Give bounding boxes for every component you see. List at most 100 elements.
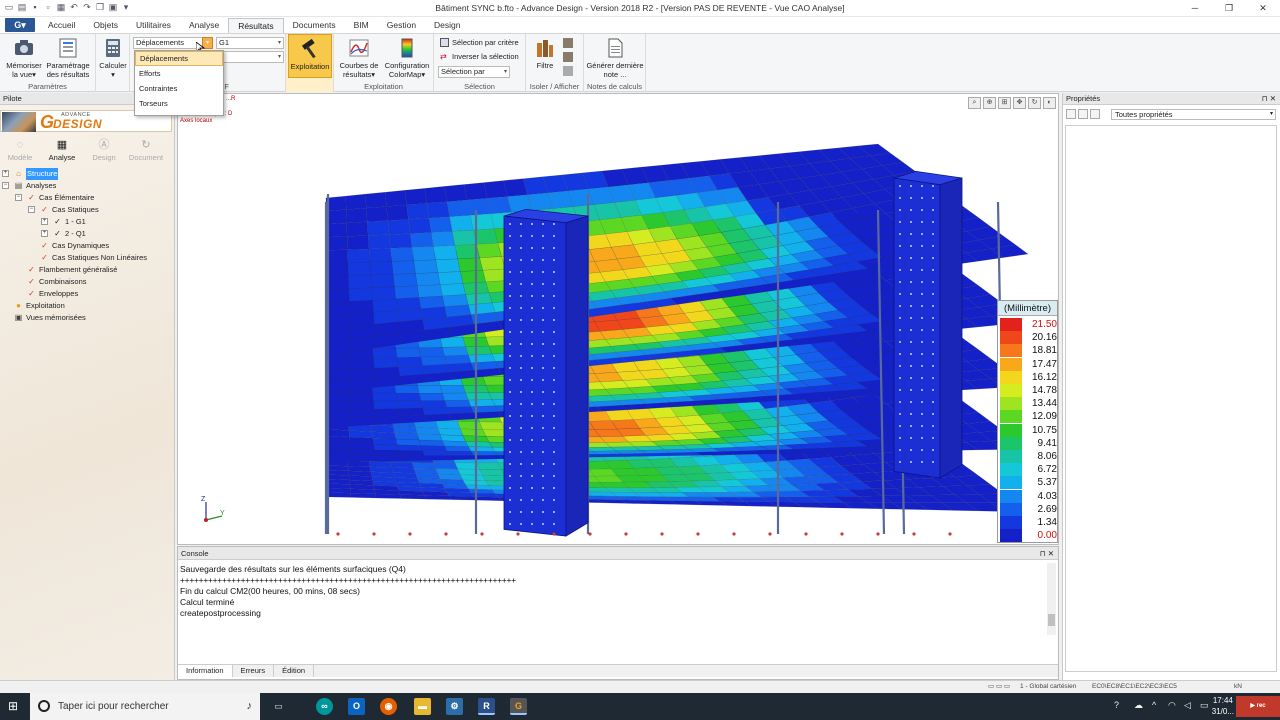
tab-objets[interactable]: Objets: [84, 18, 127, 33]
mode-design[interactable]: Ⓐ Design: [84, 138, 124, 162]
dropdown-option-torseurs[interactable]: Torseurs: [135, 96, 223, 111]
show-all-icon[interactable]: [563, 66, 573, 76]
microphone-icon[interactable]: ♪: [247, 700, 253, 712]
zoom-extents-icon[interactable]: ⊞: [998, 97, 1011, 109]
wifi-icon[interactable]: ◠: [1168, 700, 1176, 711]
generer-note-button[interactable]: Générer dernière note ...: [586, 37, 644, 79]
design-codes[interactable]: EC0\EC8\EC1\EC2\EC3\EC5: [1092, 682, 1177, 692]
isolate-icon[interactable]: [563, 38, 573, 48]
expand-icon[interactable]: +: [2, 170, 9, 177]
tree-item[interactable]: ▣ Vues mémorisées: [2, 312, 174, 324]
properties-filter-combo[interactable]: Toutes propriétés ▾: [1111, 109, 1276, 120]
app-menu-button[interactable]: G▾: [5, 18, 35, 32]
help-icon[interactable]: ?: [1114, 700, 1119, 710]
parametrage-resultats-button[interactable]: Paramétrage des résultats: [44, 37, 92, 79]
exploitation-button[interactable]: Exploitation: [288, 34, 332, 78]
tree-item[interactable]: ✓ Cas Statiques Non Linéaires: [2, 252, 174, 264]
selection-par-combo[interactable]: Sélection par ▾: [438, 66, 510, 78]
tree-item[interactable]: + ✓ 2 - Q1: [2, 228, 174, 240]
tab-edition[interactable]: Édition: [274, 665, 315, 677]
rotate-icon[interactable]: ↻: [1028, 97, 1041, 109]
tab-utilitaires[interactable]: Utilitaires: [127, 18, 180, 33]
taskbar-search[interactable]: Taper ici pour rechercher ♪: [30, 693, 260, 720]
tree-item[interactable]: − ✓ Cas Élémentaire: [2, 192, 174, 204]
close-button[interactable]: ✕: [1246, 0, 1280, 17]
cad-viewport[interactable]: ...R ...que : D Axes locaux ⌕ ⊕ ⊞ ✥ ↻ ◐ …: [177, 93, 1059, 545]
selection-par-critere-button[interactable]: Sélection par critère: [440, 38, 519, 47]
inverser-selection-button[interactable]: ⇄ Inverser la sélection: [440, 52, 519, 61]
tree-item[interactable]: ✓ Flambement généralisé: [2, 264, 174, 276]
tree-item[interactable]: + ⌂ Structure: [2, 168, 174, 180]
task-view-icon[interactable]: ▭: [270, 698, 287, 715]
tree-item[interactable]: ✓ Enveloppes: [2, 288, 174, 300]
revit-icon[interactable]: R: [478, 698, 495, 715]
memoriser-vue-button[interactable]: Mémoriser la vue▾: [4, 37, 44, 79]
dropdown-option-efforts[interactable]: Efforts: [135, 66, 223, 81]
calculer-button[interactable]: Calculer ▾: [97, 37, 129, 79]
clock[interactable]: 17:44 31/0...: [1212, 695, 1234, 717]
collapse-icon[interactable]: −: [15, 194, 22, 201]
tray-expand-icon[interactable]: ^: [1152, 700, 1156, 710]
volume-icon[interactable]: ◁: [1184, 700, 1191, 711]
zoom-in-icon[interactable]: ⊕: [983, 97, 996, 109]
zoom-window-icon[interactable]: ⌕: [968, 97, 981, 109]
show-icon[interactable]: [563, 52, 573, 62]
scroll-thumb[interactable]: [1048, 614, 1055, 626]
collapse-icon[interactable]: −: [28, 206, 35, 213]
unit-indicator[interactable]: kN: [1234, 682, 1242, 692]
clock-time: 17:44: [1212, 696, 1233, 705]
tab-analyse[interactable]: Analyse: [180, 18, 228, 33]
windows-start-icon[interactable]: ⊞: [8, 699, 22, 713]
pan-icon[interactable]: ✥: [1013, 97, 1026, 109]
expand-icon[interactable]: +: [41, 218, 48, 225]
minimize-button[interactable]: ─: [1178, 0, 1212, 17]
tab-gestion[interactable]: Gestion: [378, 18, 425, 33]
pin-close-icon[interactable]: ⊓ ✕: [1262, 93, 1276, 105]
advance-design-taskbar-icon[interactable]: G: [510, 698, 527, 715]
mode-modele[interactable]: ◌ Modèle: [0, 138, 40, 162]
mode-analyse[interactable]: ▦ Analyse: [42, 138, 82, 162]
properties-grid[interactable]: [1065, 125, 1277, 672]
tree-item[interactable]: + ✓ 1 - G1: [2, 216, 174, 228]
network-icon[interactable]: ☁: [1134, 700, 1143, 711]
tree-item[interactable]: − ✓ Cas Statiques: [2, 204, 174, 216]
expand-icon[interactable]: +: [41, 230, 48, 237]
courbes-resultats-button[interactable]: Courbes de résultats▾: [336, 37, 382, 79]
tab-information[interactable]: Information: [178, 665, 233, 677]
arduino-icon[interactable]: ∞: [316, 698, 333, 715]
categorized-icon[interactable]: [1066, 109, 1076, 119]
screenpresso-icon[interactable]: ▶ rec: [1236, 696, 1280, 717]
status-icons[interactable]: ▭ ▭ ▭: [988, 682, 1010, 692]
property-pages-icon[interactable]: [1090, 109, 1100, 119]
tab-design[interactable]: Design: [425, 18, 469, 33]
pin-close-icon[interactable]: ⊓ ✕: [1040, 547, 1054, 560]
dropdown-option-deplacements[interactable]: Déplacements: [135, 51, 223, 66]
view-mode-icon[interactable]: ◐: [1043, 97, 1056, 109]
tab-bim[interactable]: BIM: [345, 18, 378, 33]
secondary-combo[interactable]: ▾: [216, 51, 284, 63]
ime-icon[interactable]: ▭: [1200, 700, 1209, 711]
tab-documents[interactable]: Documents: [284, 18, 345, 33]
mode-document[interactable]: ↻ Document: [126, 138, 166, 162]
filtre-button[interactable]: Filtre: [530, 37, 560, 70]
firefox-icon[interactable]: ◉: [380, 698, 397, 715]
maximize-button[interactable]: ❐: [1212, 0, 1246, 17]
outlook-icon[interactable]: O: [348, 698, 365, 715]
configuration-colormap-button[interactable]: Configuration ColorMap▾: [382, 37, 432, 79]
tab-erreurs[interactable]: Erreurs: [233, 665, 275, 677]
tree-item[interactable]: ✓ Combinaisons: [2, 276, 174, 288]
alphabetical-icon[interactable]: [1078, 109, 1088, 119]
tree-item[interactable]: ✓ Cas Dynamiques: [2, 240, 174, 252]
load-case-combo[interactable]: G1 ▾: [216, 37, 284, 49]
app-settings-icon[interactable]: ⚙: [446, 698, 463, 715]
file-explorer-icon[interactable]: ▬: [414, 698, 431, 715]
tree-node-icon: ⌂: [16, 169, 21, 178]
collapse-icon[interactable]: −: [2, 182, 9, 189]
dropdown-option-contraintes[interactable]: Contraintes: [135, 81, 223, 96]
tab-resultats[interactable]: Résultats: [228, 18, 284, 33]
console-scrollbar[interactable]: [1047, 563, 1056, 635]
coord-system[interactable]: 1 - Global cartésien: [1020, 682, 1076, 692]
tree-item[interactable]: ● Exploitation: [2, 300, 174, 312]
tab-accueil[interactable]: Accueil: [39, 18, 84, 33]
tree-item[interactable]: − ▤ Analyses: [2, 180, 174, 192]
